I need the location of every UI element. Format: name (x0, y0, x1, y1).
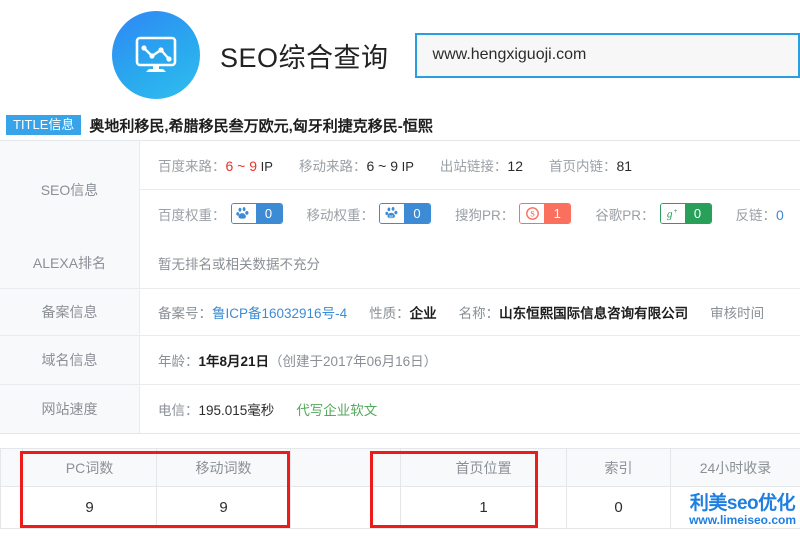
baidu-source-label: 百度来路： (158, 159, 226, 174)
outbound-links-stat: 出站链接：12 (440, 155, 523, 175)
row-label-alexa: ALEXA排名 (0, 238, 140, 288)
baidu-paw-icon (231, 204, 256, 223)
google-pr-value: 0 (684, 204, 711, 223)
table-row-domain: 域名信息 年龄： 1年8月21日 （创建于2017年06月16日） (0, 335, 800, 384)
row-label-domain: 域名信息 (0, 336, 140, 384)
alexa-rank-value: 暂无排名或相关数据不充分 (158, 257, 320, 272)
svg-text:+: + (674, 208, 678, 215)
sogou-pr-badge[interactable]: S 1 (519, 203, 572, 224)
sogou-pr-label: 搜狗PR： (455, 207, 515, 223)
keyword-summary-section: PC词数 移动词数 首页位置 索引 24小时收录 9 9 1 0 利美seo优化… (0, 448, 800, 529)
row-label-seo-info: SEO信息 (0, 141, 140, 238)
baidu-weight-badge[interactable]: 0 (230, 203, 283, 224)
title-info-bar: TITLE信息 奥地利移民,希腊移民叁万欧元,匈牙利捷克移民-恒熙 (0, 110, 800, 140)
cell-pc-keywords: 9 (22, 486, 157, 529)
baidu-source-stat: 百度来路：6 ~ 9 IP (158, 155, 273, 175)
mobile-source-label: 移动来路： (298, 159, 367, 174)
seo-query-page: SEO综合查询 www.hengxiguoji.com TITLE信息 奥地利移… (0, 0, 800, 542)
table-header-row: PC词数 移动词数 首页位置 索引 24小时收录 (0, 448, 800, 487)
icp-info-value: 备案号： 鲁ICP备16032916号-4 性质： 企业 名称： 山东恒熙国际信息咨询… (140, 289, 800, 335)
mobile-source-unit: IP (401, 159, 414, 174)
row-label-icp: 备案信息 (0, 289, 140, 335)
table-row-alexa: ALEXA排名 暂无排名或相关数据不充分 (0, 238, 800, 288)
domain-age-value: 1年8月21日 (198, 354, 270, 369)
seo-traffic-line: 百度来路：6 ~ 9 IP 移动来路：6 ~ 9 IP 出站链接：12 首页内链… (140, 141, 800, 189)
search-input[interactable]: www.hengxiguoji.com (414, 32, 800, 78)
baidu-source-unit: IP (260, 159, 273, 174)
home-inlinks-stat: 首页内链：81 (549, 155, 632, 175)
table-row: 9 9 1 0 (0, 486, 800, 529)
row-label-speed: 网站速度 (0, 385, 140, 433)
promo-link[interactable]: 代写企业软文 (296, 399, 377, 419)
watermark-url: www.limeiseo.com (689, 513, 796, 528)
outbound-links-value: 12 (507, 158, 523, 174)
title-info-badge: TITLE信息 (6, 115, 82, 135)
sogou-pr-value: 1 (544, 204, 571, 223)
watermark-brand: 利美seo优化 (689, 493, 796, 515)
mobile-source-stat: 移动来路：6 ~ 9 IP (299, 155, 414, 175)
svg-text:M: M (389, 214, 393, 219)
mobile-weight-stat: 移动权重： M 0 (306, 203, 431, 224)
backlink-label: 反链： (735, 207, 777, 223)
header-blank-left (0, 448, 23, 487)
header-24h-indexed: 24小时收录 (670, 448, 800, 487)
page-title: SEO综合查询 (220, 42, 389, 73)
page-header: SEO综合查询 www.hengxiguoji.com (0, 0, 800, 110)
cell-home-position: 1 (400, 486, 567, 529)
monitor-chart-icon (112, 11, 200, 99)
table-row-icp: 备案信息 备案号： 鲁ICP备16032916号-4 性质： 企业 名称： 山东恒熙国… (0, 288, 800, 335)
backlink-value: 0 (776, 206, 784, 223)
baidu-weight-label: 百度权重： (158, 207, 226, 223)
speed-info-value: 电信： 195.015毫秒 代写企业软文 (140, 385, 800, 433)
home-inlinks-label: 首页内链： (548, 159, 617, 174)
cell-mobile-keywords: 9 (156, 486, 291, 529)
baidu-weight-value: 0 (255, 204, 282, 223)
seo-info-table: SEO信息 百度来路：6 ~ 9 IP 移动来路：6 ~ 9 IP 出站链接：1… (0, 140, 800, 434)
google-pr-label: 谷歌PR： (595, 207, 655, 223)
mobile-weight-label: 移动权重： (306, 207, 375, 223)
sogou-s-icon: S (520, 204, 545, 223)
header-index: 索引 (566, 448, 671, 487)
home-inlinks-value: 81 (616, 158, 633, 174)
keyword-summary-table: PC词数 移动词数 首页位置 索引 24小时收录 9 9 1 0 (0, 448, 800, 529)
svg-text:S: S (530, 210, 535, 219)
mobile-weight-badge[interactable]: M 0 (379, 203, 431, 224)
table-row-seo-info: SEO信息 百度来路：6 ~ 9 IP 移动来路：6 ~ 9 IP 出站链接：1… (0, 141, 800, 238)
google-pr-stat: 谷歌PR： g + 0 (595, 203, 712, 224)
backlink-stat: 反链：0 (736, 204, 784, 224)
icp-number-label: 备案号： (158, 306, 212, 321)
header-pc-keywords: PC词数 (22, 448, 157, 487)
icp-nature-label: 性质： (369, 306, 410, 321)
icp-name-label: 名称： (458, 306, 500, 321)
sogou-pr-stat: 搜狗PR： S 1 (455, 203, 572, 224)
header-mobile-keywords: 移动词数 (156, 448, 291, 487)
speed-telecom-value: 195.015毫秒 (198, 403, 275, 418)
baidu-mobile-paw-icon: M (380, 204, 404, 223)
mobile-weight-value: 0 (404, 204, 430, 223)
cell-blank-middle (290, 486, 401, 529)
mobile-source-value: 6 ~ 9 (366, 158, 398, 174)
domain-created-value: （创建于2017年06月16日） (269, 354, 438, 369)
seo-weight-line: 百度权重： 0 移动权重： M 0 搜狗PR： S 1 谷歌PR： g + 0 … (140, 189, 800, 237)
outbound-links-label: 出站链接： (439, 159, 508, 174)
icp-number-link[interactable]: 鲁ICP备16032916号-4 (212, 302, 347, 322)
site-title-text: 奥地利移民,希腊移民叁万欧元,匈牙利捷克移民-恒熙 (89, 117, 433, 135)
icp-name-value: 山东恒熙国际信息咨询有限公司 (499, 306, 689, 321)
header-home-position: 首页位置 (400, 448, 567, 487)
domain-info-value: 年龄： 1年8月21日 （创建于2017年06月16日） (140, 336, 800, 384)
google-plus-icon: g + (660, 204, 685, 223)
icp-nature-value: 企业 (409, 306, 437, 321)
google-pr-badge[interactable]: g + 0 (659, 203, 712, 224)
cell-index: 0 (566, 486, 671, 529)
cell-blank-left (0, 486, 23, 529)
icp-audit-label: 审核时间 (710, 306, 765, 321)
domain-age-label: 年龄： (158, 354, 199, 369)
baidu-source-value: 6 ~ 9 (225, 158, 258, 174)
table-row-speed: 网站速度 电信： 195.015毫秒 代写企业软文 (0, 384, 800, 433)
baidu-weight-stat: 百度权重： 0 (158, 203, 283, 224)
svg-text:g: g (667, 209, 673, 221)
speed-telecom-label: 电信： (158, 403, 199, 418)
watermark: 利美seo优化 www.limeiseo.com (689, 494, 796, 527)
header-blank-middle (290, 448, 401, 487)
